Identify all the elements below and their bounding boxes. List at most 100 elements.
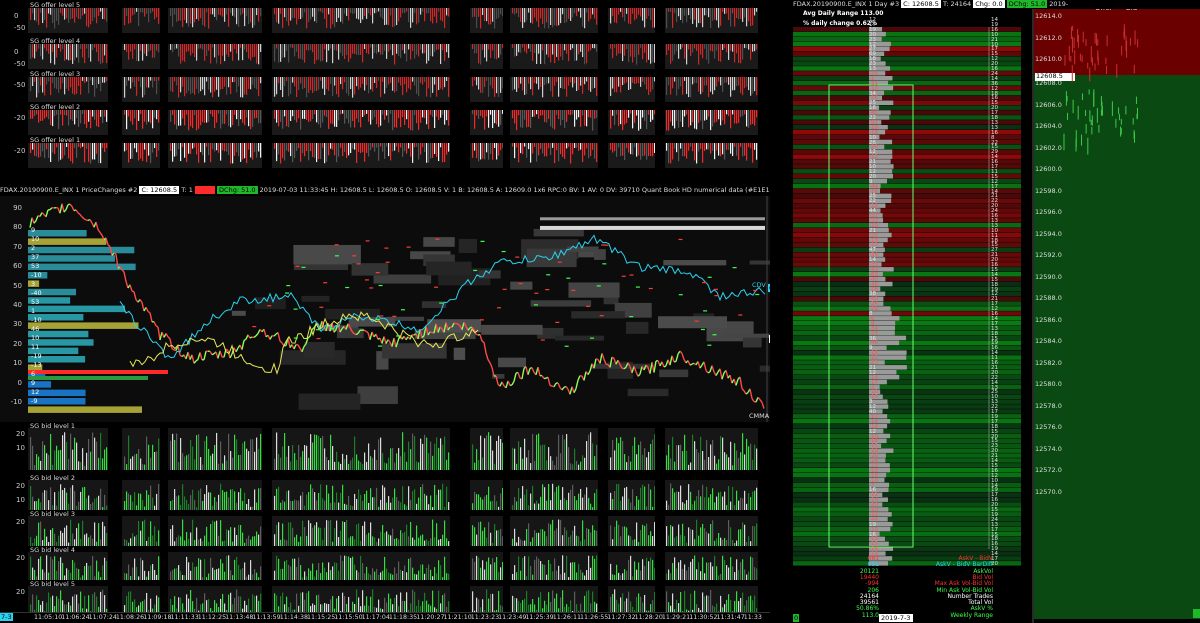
offer-panel-label: SG offer level 4 bbox=[30, 37, 81, 45]
offer-size-mark bbox=[1089, 67, 1091, 82]
right-chart[interactable]: FDAX.20190900.E_INX 1 Day #3 C: 12608.5 … bbox=[793, 0, 1200, 623]
ladder-row bbox=[793, 521, 1021, 527]
offer-panel-label: SG offer level 1 bbox=[30, 136, 81, 144]
offer-size-mark bbox=[1133, 64, 1135, 74]
ladder-bottom-date: 2019-7-3 bbox=[879, 614, 913, 622]
order-tick bbox=[379, 315, 384, 317]
offer-size-mark bbox=[1068, 45, 1070, 61]
price-line-segment bbox=[475, 333, 479, 336]
ladder-row bbox=[793, 272, 1021, 277]
ladder-row bbox=[793, 541, 1021, 546]
time-axis-label: 11:30:52 bbox=[689, 614, 718, 621]
offer-size-mark bbox=[1071, 65, 1073, 82]
time-axis-label: 11:23:49 bbox=[498, 614, 527, 621]
book-heat-cell bbox=[663, 260, 727, 266]
ladder-row bbox=[793, 66, 1021, 71]
offer-axis-tick: 0 bbox=[14, 48, 19, 56]
order-tick bbox=[629, 316, 634, 318]
book-heat-cell bbox=[481, 324, 543, 335]
offer-panel-2 bbox=[0, 110, 770, 135]
price-line-segment bbox=[363, 329, 367, 332]
ladder-row bbox=[793, 159, 1021, 164]
ladder-row bbox=[793, 36, 1021, 42]
ladder-row bbox=[793, 188, 1021, 194]
price-line-segment bbox=[249, 336, 253, 339]
offer-size-mark bbox=[1071, 36, 1073, 53]
order-tick bbox=[518, 283, 523, 285]
ladder-title: FDAX.20190900.E_INX 1 Day #3 bbox=[793, 0, 900, 8]
price-ladder-level: 12598.0 bbox=[1035, 186, 1062, 195]
order-tick bbox=[286, 284, 291, 287]
time-axis-label: 11:08:26 bbox=[115, 614, 145, 621]
main-chart-header: FDAX.20190900.E_INX 1 PriceChanges #2 C:… bbox=[0, 186, 770, 196]
ladder-row bbox=[793, 218, 1021, 223]
book-heat-cell bbox=[627, 388, 669, 397]
bid-axis-tick: 10 bbox=[16, 496, 25, 504]
ladder-trades: T: 24164 bbox=[942, 0, 972, 8]
ladder-row bbox=[793, 27, 1021, 32]
ladder-row bbox=[793, 247, 1021, 252]
price-ladder-level: 12602.0 bbox=[1035, 143, 1062, 152]
order-tick bbox=[700, 328, 705, 331]
time-axis-label: 11:29:21 bbox=[661, 614, 691, 621]
stat-value: 113.0 bbox=[861, 611, 879, 619]
offer-size-mark bbox=[1105, 57, 1107, 65]
ladder-row bbox=[793, 482, 1021, 488]
order-tick bbox=[571, 289, 576, 291]
time-axis-label: 11:23:23 bbox=[470, 614, 500, 621]
ladder-row bbox=[793, 502, 1021, 507]
offer-axis-tick: -20 bbox=[14, 114, 26, 122]
order-tick bbox=[295, 265, 300, 267]
ladder-row bbox=[793, 428, 1021, 434]
ladder-row bbox=[793, 262, 1021, 267]
current-price-tag: 12608.5 bbox=[769, 335, 770, 344]
order-tick bbox=[714, 295, 719, 297]
cdv-axis-tick: 80 bbox=[13, 223, 22, 232]
offer-size-mark bbox=[1097, 39, 1099, 46]
ladder-row bbox=[793, 41, 1021, 47]
offer-size-mark bbox=[1134, 30, 1136, 45]
ladder-row bbox=[793, 497, 1021, 502]
dom-size-label: 46 bbox=[31, 325, 40, 333]
order-tick bbox=[480, 240, 485, 242]
cdv-axis-tick: -10 bbox=[10, 398, 22, 406]
order-tick bbox=[732, 267, 737, 269]
order-tick bbox=[384, 247, 389, 249]
ladder-row bbox=[793, 31, 1021, 37]
offer-axis-tick: -50 bbox=[14, 81, 26, 89]
book-heat-cell bbox=[373, 274, 432, 284]
price-chart[interactable] bbox=[0, 196, 770, 422]
bid-size-mark bbox=[1125, 105, 1127, 115]
book-heat-cell bbox=[301, 295, 330, 302]
ladder-row bbox=[793, 311, 1021, 316]
offer-size-mark bbox=[1074, 50, 1076, 65]
cmma-label: CMMA bbox=[749, 412, 770, 421]
book-heat-cell bbox=[453, 347, 466, 360]
book-heat-cell bbox=[298, 393, 361, 410]
order-tick bbox=[252, 326, 257, 328]
order-tick bbox=[439, 302, 444, 304]
ladder-row bbox=[793, 507, 1021, 512]
order-tick bbox=[753, 289, 758, 292]
ladder-row bbox=[793, 458, 1021, 463]
left-chart[interactable]: SG offer level 50-50-0-50SG offer level … bbox=[0, 0, 770, 623]
bid-size-mark bbox=[1081, 134, 1083, 146]
price-ladder-level: 12588.0 bbox=[1035, 294, 1062, 302]
order-tick bbox=[621, 275, 626, 277]
order-tick bbox=[566, 277, 571, 279]
book-heat-cell bbox=[742, 337, 762, 348]
ladder-row bbox=[793, 252, 1021, 257]
ladder-row bbox=[793, 139, 1021, 145]
ladder-chg: Chg: 0.0 bbox=[973, 0, 1005, 8]
order-tick bbox=[629, 274, 634, 276]
offer-size-mark bbox=[1077, 34, 1079, 48]
order-tick bbox=[352, 255, 357, 257]
dom-size-label: 53 bbox=[31, 262, 40, 270]
bid-panel-label: SG bid level 4 bbox=[30, 546, 76, 554]
book-heat-cell bbox=[533, 228, 584, 237]
offer-size-mark bbox=[1091, 57, 1093, 66]
ladder-row bbox=[793, 453, 1021, 458]
order-tick bbox=[496, 307, 501, 309]
order-tick bbox=[515, 256, 520, 258]
ladder-row bbox=[793, 144, 1021, 150]
